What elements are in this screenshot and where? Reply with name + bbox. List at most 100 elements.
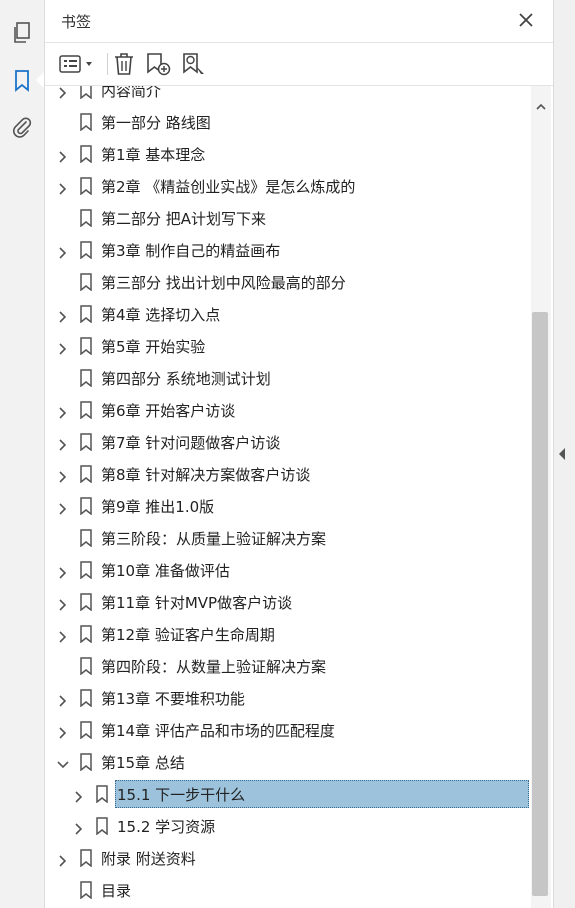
chevron-right-icon[interactable] bbox=[57, 180, 69, 195]
bookmark-icon bbox=[79, 241, 93, 260]
bookmark-label: 第14章 评估产品和市场的匹配程度 bbox=[101, 722, 335, 740]
chevron-right-icon[interactable] bbox=[73, 820, 85, 835]
bookmark-label: 内容简介 bbox=[101, 86, 162, 100]
panel-title: 书签 bbox=[61, 13, 92, 31]
toolbar-separator bbox=[107, 53, 108, 75]
bookmark-item[interactable]: 第3章 制作自己的精益画布 bbox=[45, 236, 531, 264]
bookmark-label: 第2章 《精益创业实战》是怎么炼成的 bbox=[101, 178, 356, 196]
active-panel-indicator bbox=[36, 72, 44, 88]
chevron-right-icon[interactable] bbox=[57, 340, 69, 355]
bookmark-icon bbox=[79, 881, 93, 900]
chevron-right-icon[interactable] bbox=[57, 692, 69, 707]
chevron-right-icon[interactable] bbox=[57, 436, 69, 451]
chevron-right-icon[interactable] bbox=[57, 468, 69, 483]
chevron-right-icon[interactable] bbox=[57, 564, 69, 579]
bookmark-item[interactable]: 第2章 《精益创业实战》是怎么炼成的 bbox=[45, 172, 531, 200]
bookmark-icon[interactable] bbox=[9, 68, 35, 94]
scrollbar-thumb[interactable] bbox=[532, 312, 548, 896]
bookmark-icon bbox=[95, 785, 109, 804]
bookmark-icon bbox=[79, 721, 93, 740]
new-bookmark-icon[interactable] bbox=[145, 52, 171, 76]
bookmark-item[interactable]: 第7章 针对问题做客户访谈 bbox=[45, 428, 531, 456]
bookmark-icon bbox=[79, 593, 93, 612]
chevron-right-icon[interactable] bbox=[57, 628, 69, 643]
bookmark-item[interactable]: 第8章 针对解决方案做客户访谈 bbox=[45, 460, 531, 488]
bookmark-item[interactable]: 第4章 选择切入点 bbox=[45, 300, 531, 328]
collapse-panel-icon[interactable] bbox=[559, 448, 565, 460]
pages-icon[interactable] bbox=[9, 20, 35, 46]
bookmark-icon bbox=[79, 849, 93, 868]
bookmark-item[interactable]: 附录 附送资料 bbox=[45, 844, 531, 872]
bookmark-item[interactable]: 第1章 基本理念 bbox=[45, 140, 531, 168]
bookmark-icon bbox=[79, 465, 93, 484]
bookmark-label: 第4章 选择切入点 bbox=[101, 306, 221, 324]
bookmark-item[interactable]: 第三部分 找出计划中风险最高的部分 bbox=[45, 268, 531, 296]
bookmark-item[interactable]: 第三阶段：从质量上验证解决方案 bbox=[45, 524, 531, 552]
bookmark-label: 第7章 针对问题做客户访谈 bbox=[101, 434, 281, 452]
bookmark-label: 第15章 总结 bbox=[101, 754, 185, 772]
chevron-right-icon[interactable] bbox=[73, 788, 85, 803]
bookmark-label: 第9章 推出1.0版 bbox=[101, 498, 215, 516]
bookmark-item[interactable]: 目录 bbox=[45, 876, 531, 904]
bookmark-label: 第10章 准备做评估 bbox=[101, 562, 230, 580]
bookmark-item[interactable]: 第13章 不要堆积功能 bbox=[45, 684, 531, 712]
delete-icon[interactable] bbox=[113, 52, 135, 76]
bookmark-label: 第11章 针对MVP做客户访谈 bbox=[101, 594, 293, 612]
bookmark-label: 第5章 开始实验 bbox=[101, 338, 206, 356]
bookmark-item[interactable]: 第6章 开始客户访谈 bbox=[45, 396, 531, 424]
find-bookmark-icon[interactable] bbox=[181, 52, 207, 76]
bookmarks-toolbar bbox=[45, 43, 553, 86]
bookmark-label: 第3章 制作自己的精益画布 bbox=[101, 242, 281, 260]
bookmark-item[interactable]: 第10章 准备做评估 bbox=[45, 556, 531, 584]
bookmark-item[interactable]: 15.1 下一步干什么 bbox=[45, 780, 531, 808]
bookmark-label: 第三阶段：从质量上验证解决方案 bbox=[101, 530, 327, 548]
bookmark-item[interactable]: 第11章 针对MVP做客户访谈 bbox=[45, 588, 531, 616]
chevron-right-icon[interactable] bbox=[57, 500, 69, 515]
bookmark-icon bbox=[79, 305, 93, 324]
close-icon[interactable] bbox=[517, 11, 535, 29]
chevron-right-icon[interactable] bbox=[57, 404, 69, 419]
bookmark-label: 目录 bbox=[101, 882, 132, 900]
bookmark-item[interactable]: 第14章 评估产品和市场的匹配程度 bbox=[45, 716, 531, 744]
bookmark-icon bbox=[79, 561, 93, 580]
bookmark-label: 第6章 开始客户访谈 bbox=[101, 402, 236, 420]
chevron-down-icon[interactable] bbox=[57, 756, 69, 769]
bookmark-label: 第13章 不要堆积功能 bbox=[101, 690, 245, 708]
bookmark-icon bbox=[79, 753, 93, 772]
bookmark-item[interactable]: 第15章 总结 bbox=[45, 748, 531, 776]
chevron-right-icon[interactable] bbox=[57, 148, 69, 163]
bookmark-icon bbox=[79, 689, 93, 708]
bookmark-icon bbox=[79, 497, 93, 516]
bookmark-icon bbox=[79, 145, 93, 164]
bookmark-item[interactable]: 第四部分 系统地测试计划 bbox=[45, 364, 531, 392]
bookmark-label: 第二部分 把A计划写下来 bbox=[101, 210, 267, 228]
attachment-icon[interactable] bbox=[9, 114, 35, 140]
bookmark-icon bbox=[79, 625, 93, 644]
scroll-up-icon[interactable] bbox=[536, 96, 546, 115]
chevron-right-icon[interactable] bbox=[57, 86, 69, 99]
chevron-right-icon[interactable] bbox=[57, 852, 69, 867]
bookmark-icon bbox=[79, 177, 93, 196]
bookmark-item[interactable]: 15.2 学习资源 bbox=[45, 812, 531, 840]
bookmark-item[interactable]: 第二部分 把A计划写下来 bbox=[45, 204, 531, 232]
vertical-scrollbar[interactable] bbox=[531, 86, 551, 908]
bookmark-item[interactable]: 第12章 验证客户生命周期 bbox=[45, 620, 531, 648]
bookmark-item[interactable]: 第5章 开始实验 bbox=[45, 332, 531, 360]
bookmark-item[interactable]: 第一部分 路线图 bbox=[45, 108, 531, 136]
bookmark-item[interactable]: 第四阶段：从数量上验证解决方案 bbox=[45, 652, 531, 680]
chevron-right-icon[interactable] bbox=[57, 596, 69, 611]
bookmark-item[interactable]: 第9章 推出1.0版 bbox=[45, 492, 531, 520]
bookmarks-panel: 书签 内容简介第一部分 路线图 第1章 基本理念第2章 《精益创业实战》是怎么炼成… bbox=[45, 0, 554, 908]
bookmark-icon bbox=[79, 401, 93, 420]
bookmark-label: 第四部分 系统地测试计划 bbox=[101, 370, 271, 388]
chevron-right-icon[interactable] bbox=[57, 724, 69, 739]
chevron-right-icon[interactable] bbox=[57, 308, 69, 323]
chevron-right-icon[interactable] bbox=[57, 244, 69, 259]
bookmark-icon bbox=[79, 337, 93, 356]
panel-collapse-strip[interactable] bbox=[554, 0, 575, 908]
bookmark-label: 附录 附送资料 bbox=[101, 850, 196, 868]
bookmark-icon bbox=[95, 817, 109, 836]
options-menu-icon[interactable] bbox=[59, 52, 97, 76]
bookmark-item[interactable]: 内容简介 bbox=[45, 86, 531, 104]
bookmark-icon bbox=[79, 369, 93, 388]
